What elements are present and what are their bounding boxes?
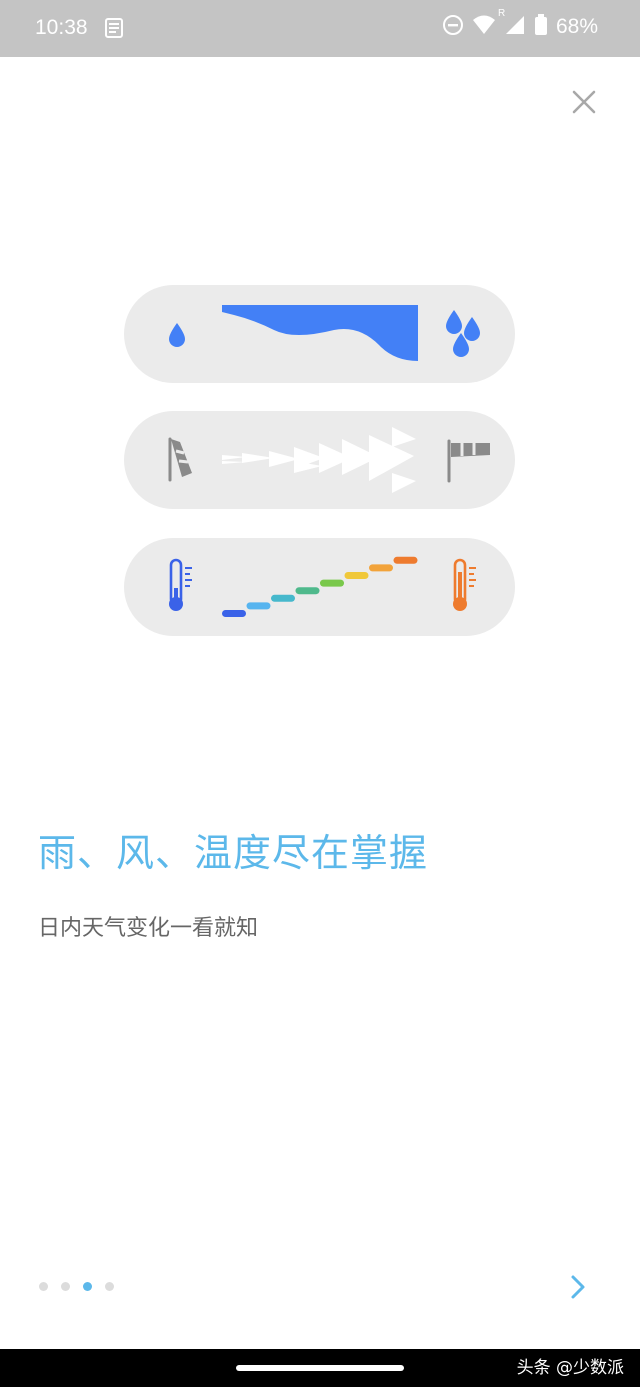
page-dot[interactable] — [105, 1282, 114, 1291]
rain-feature-card — [124, 285, 515, 383]
close-button[interactable] — [566, 84, 602, 120]
close-icon — [572, 90, 596, 114]
cold-thermometer-icon — [169, 558, 192, 611]
battery-percentage: 68% — [555, 15, 598, 38]
next-button[interactable] — [564, 1272, 592, 1302]
page-dot[interactable] — [61, 1282, 70, 1291]
wifi-icon — [472, 14, 496, 40]
status-time: 10:38 — [35, 16, 88, 39]
watermark: 头条 @少数派 — [516, 1358, 624, 1378]
temperature-step — [393, 556, 418, 564]
wind-feature-card — [124, 411, 515, 509]
temperature-step — [320, 579, 344, 587]
page-indicator — [39, 1282, 114, 1291]
temperature-feature-card — [124, 538, 515, 636]
windsock-calm-icon — [168, 437, 192, 482]
single-raindrop-icon — [169, 323, 185, 347]
wind-arrow-cones — [222, 427, 416, 493]
status-indicators: R 68% — [442, 8, 598, 40]
home-gesture-handle[interactable] — [236, 1365, 404, 1371]
temperature-step — [222, 610, 246, 617]
page-title: 雨、风、温度尽在掌握 — [38, 831, 429, 875]
do-not-disturb-icon — [442, 14, 464, 40]
temperature-step — [271, 594, 295, 602]
temperature-step — [246, 602, 271, 610]
battery-icon — [534, 14, 548, 40]
navigation-bar: 头条 @少数派 — [0, 1349, 640, 1387]
notes-notification-icon — [104, 18, 124, 42]
hot-thermometer-icon — [453, 558, 476, 611]
chevron-right-icon — [571, 1275, 585, 1299]
rain-intensity-wave — [222, 305, 418, 361]
windsock-strong-icon — [447, 439, 490, 483]
page-dot[interactable] — [39, 1282, 48, 1291]
cellular-signal-icon: R — [498, 8, 526, 40]
temperature-step — [344, 572, 369, 579]
temperature-steps — [222, 556, 418, 617]
page-subtitle: 日内天气变化一看就知 — [38, 916, 259, 941]
page-dot[interactable] — [83, 1282, 92, 1291]
three-raindrops-icon — [446, 310, 480, 357]
status-bar: 10:38 R 68% — [0, 0, 640, 57]
temperature-step — [369, 564, 393, 572]
temperature-step — [295, 587, 320, 595]
network-roaming-label: R — [497, 8, 506, 19]
